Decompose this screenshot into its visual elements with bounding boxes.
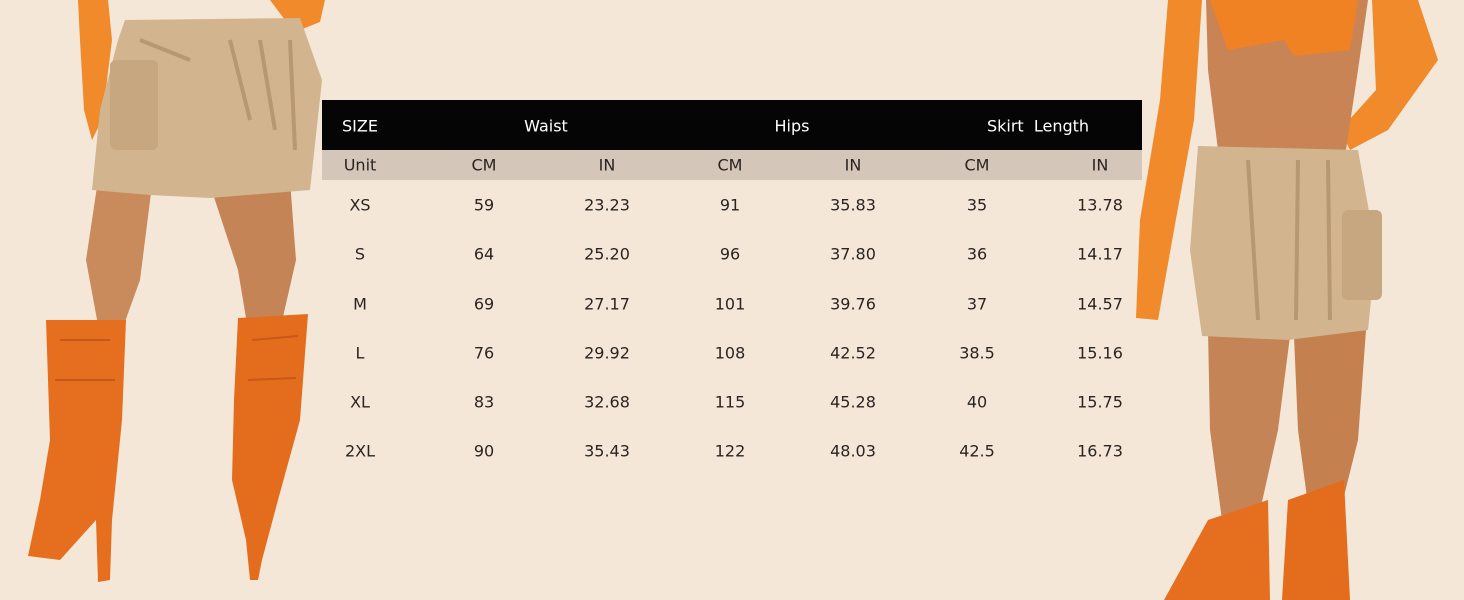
hips-in-cell: 42.52 — [830, 343, 876, 363]
waist-in-cell: 32.68 — [584, 392, 630, 412]
size-cell: XL — [350, 392, 370, 412]
table-row: S 64 25.20 96 37.80 36 14.17 — [322, 230, 1142, 279]
waist-cm-cell: 83 — [473, 392, 495, 412]
waist-cm-cell: 76 — [473, 343, 495, 363]
waist-in-cell: 29.92 — [584, 343, 630, 363]
unit-row: Unit CM IN CM IN CM IN — [322, 150, 1142, 180]
waist-in-cell: 23.23 — [584, 195, 630, 215]
hips-cm-cell: 101 — [714, 294, 746, 314]
length-in-cell: 13.78 — [1077, 195, 1123, 215]
unit-waist-in: IN — [598, 155, 616, 175]
length-cm-cell: 35 — [966, 195, 988, 215]
table-row: M 69 27.17 101 39.76 37 14.57 — [322, 280, 1142, 329]
size-cell: XS — [349, 195, 371, 215]
model-photo-front-view — [1136, 0, 1438, 600]
unit-waist-cm: CM — [471, 155, 497, 175]
length-in-cell: 15.16 — [1077, 343, 1123, 363]
length-in-cell: 14.57 — [1077, 294, 1123, 314]
waist-cm-cell: 64 — [473, 244, 495, 264]
unit-length-cm: CM — [964, 155, 990, 175]
hips-cm-cell: 108 — [714, 343, 746, 363]
length-cm-cell: 40 — [966, 392, 988, 412]
length-cm-cell: 37 — [966, 294, 988, 314]
waist-in-cell: 25.20 — [584, 244, 630, 264]
unit-label: Unit — [343, 155, 377, 175]
table-row: XS 59 23.23 91 35.83 35 13.78 — [322, 181, 1142, 230]
unit-hips-in: IN — [844, 155, 862, 175]
length-in-cell: 15.75 — [1077, 392, 1123, 412]
header-hips: Hips — [774, 116, 810, 136]
hips-cm-cell: 91 — [719, 195, 741, 215]
hips-cm-cell: 96 — [719, 244, 741, 264]
table-row: 2XL 90 35.43 122 48.03 42.5 16.73 — [322, 427, 1142, 476]
length-cm-cell: 38.5 — [959, 343, 995, 363]
table-row: L 76 29.92 108 42.52 38.5 15.16 — [322, 329, 1142, 378]
unit-hips-cm: CM — [717, 155, 743, 175]
waist-cm-cell: 69 — [473, 294, 495, 314]
size-chart: SIZE Waist Hips Skirt Length Unit CM IN … — [322, 100, 1142, 461]
hips-cm-cell: 122 — [714, 441, 746, 461]
length-cm-cell: 36 — [966, 244, 988, 264]
waist-cm-cell: 90 — [473, 441, 495, 461]
hips-in-cell: 48.03 — [830, 441, 876, 461]
hips-in-cell: 45.28 — [830, 392, 876, 412]
size-cell: M — [353, 294, 367, 314]
model-photo-back-view — [28, 0, 325, 582]
waist-in-cell: 35.43 — [584, 441, 630, 461]
size-cell: 2XL — [344, 441, 376, 461]
length-in-cell: 14.17 — [1077, 244, 1123, 264]
length-cm-cell: 42.5 — [959, 441, 995, 461]
hips-in-cell: 37.80 — [830, 244, 876, 264]
waist-cm-cell: 59 — [473, 195, 495, 215]
size-cell: S — [354, 244, 366, 264]
size-chart-header: SIZE Waist Hips Skirt Length — [322, 100, 1142, 150]
header-waist: Waist — [524, 116, 568, 136]
hips-in-cell: 39.76 — [830, 294, 876, 314]
waist-in-cell: 27.17 — [584, 294, 630, 314]
size-cell: L — [355, 343, 365, 363]
hips-cm-cell: 115 — [714, 392, 746, 412]
unit-length-in: IN — [1091, 155, 1109, 175]
table-row: XL 83 32.68 115 45.28 40 15.75 — [322, 378, 1142, 427]
hips-in-cell: 35.83 — [830, 195, 876, 215]
header-skirt-length: Skirt Length — [986, 116, 1090, 136]
length-in-cell: 16.73 — [1077, 441, 1123, 461]
header-size: SIZE — [342, 116, 378, 136]
